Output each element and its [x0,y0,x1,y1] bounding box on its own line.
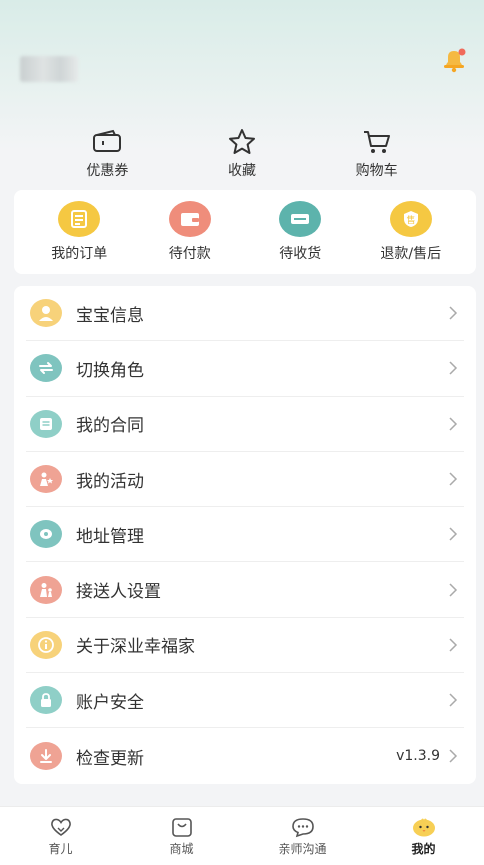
delivery-icon [279,201,322,237]
download-icon [30,742,62,771]
menu-label: 地址管理 [76,526,144,547]
bottom-tab-bar: 育儿 商城 亲师沟通 我的 [0,806,484,865]
cart-button[interactable]: 购物车 [332,128,422,188]
coupon-icon [93,129,122,152]
pending-delivery-button[interactable]: 待收货 [250,201,350,263]
coupon-button[interactable]: 优惠券 [62,128,152,188]
menu-item-check-update[interactable]: 检查更新 v1.3.9 [26,728,464,783]
favorites-button[interactable]: 收藏 [197,128,287,188]
menu-label: 关于深业幸福家 [76,637,195,658]
lock-icon [30,686,62,715]
contract-icon [30,409,62,438]
chick-face-icon [412,818,435,836]
refund-aftersale-label: 退款/售后 [380,246,442,262]
shop-bag-icon [171,817,192,837]
tab-label: 我的 [411,841,436,856]
tab-label: 商城 [169,841,194,856]
refund-aftersale-button[interactable]: 售 退款/售后 [361,201,461,263]
menu-label: 我的合同 [76,416,144,437]
menu-label: 接送人设置 [76,582,161,603]
tab-mine[interactable]: 我的 [374,816,474,857]
chevron-right-icon [449,638,458,652]
orders-card: 我的订单 待付款 待收货 售 退款/售后 [14,190,476,274]
user-name-blurred[interactable] [20,56,78,82]
baby-icon [30,299,62,328]
chevron-right-icon [449,306,458,320]
heart-hand-icon [50,818,71,836]
menu-item-activities[interactable]: 我的活动 [26,452,464,508]
cart-label: 购物车 [355,163,398,179]
tab-parenting[interactable]: 育儿 [11,816,111,857]
svg-text:售: 售 [406,214,415,226]
settings-menu: 宝宝信息 切换角色 我的合同 我的活动 地址管理 接送人设置 关于深业幸福家 账… [14,286,476,784]
chevron-right-icon [449,583,458,597]
wallet-icon [168,201,211,237]
menu-item-pickup-person[interactable]: 接送人设置 [26,562,464,618]
order-list-icon [58,201,101,237]
favorites-label: 收藏 [227,163,256,179]
cart-icon [363,131,390,153]
my-orders-button[interactable]: 我的订单 [29,201,129,263]
after-sale-icon: 售 [389,201,432,237]
menu-label: 账户安全 [76,692,144,713]
chevron-right-icon [449,472,458,486]
menu-item-about[interactable]: 关于深业幸福家 [26,618,464,674]
menu-item-switch-role[interactable]: 切换角色 [26,341,464,397]
notification-bell-icon[interactable] [440,46,468,74]
pending-payment-button[interactable]: 待付款 [140,201,240,263]
pending-payment-label: 待付款 [168,246,211,262]
quick-actions: 优惠券 收藏 购物车 [0,128,484,188]
tab-mall[interactable]: 商城 [132,816,232,857]
my-orders-label: 我的订单 [51,246,108,262]
chevron-right-icon [449,417,458,431]
location-icon [30,520,62,549]
version-value: v1.3.9 [396,748,440,765]
tab-teacher-chat[interactable]: 亲师沟通 [253,816,353,857]
chevron-right-icon [449,693,458,707]
chat-icon [291,817,314,837]
menu-item-contract[interactable]: 我的合同 [26,397,464,452]
tab-label: 育儿 [48,841,73,856]
info-icon [30,630,62,659]
chevron-right-icon [449,361,458,375]
switch-icon [30,354,62,383]
menu-item-account-security[interactable]: 账户安全 [26,673,464,729]
coupon-label: 优惠券 [86,163,129,179]
activity-icon [30,465,62,494]
chevron-right-icon [449,749,458,763]
tab-label: 亲师沟通 [278,841,327,856]
menu-item-baby-info[interactable]: 宝宝信息 [26,286,464,342]
menu-item-address[interactable]: 地址管理 [26,507,464,563]
star-icon [228,129,255,154]
pending-delivery-label: 待收货 [279,246,322,262]
menu-label: 切换角色 [76,360,144,381]
pickup-person-icon [30,575,62,604]
chevron-right-icon [449,527,458,541]
menu-label: 宝宝信息 [76,305,144,326]
menu-label: 我的活动 [76,471,144,492]
menu-label: 检查更新 [76,748,144,769]
